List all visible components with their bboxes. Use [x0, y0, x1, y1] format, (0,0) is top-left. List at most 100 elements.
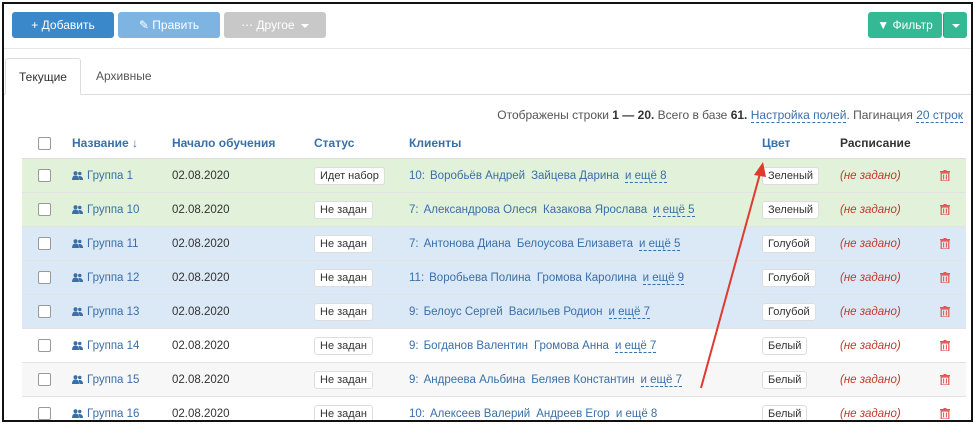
add-button[interactable]: + Добавить: [12, 12, 114, 38]
clients-cell: 10: Алексеев Валерий Андреев Егор и ещё 8: [409, 396, 762, 420]
group-name-link[interactable]: Группа 11: [87, 238, 139, 250]
client-link[interactable]: Антонова Диана: [424, 238, 511, 250]
table-row[interactable]: Группа 13 02.08.2020 Не задан 9: Белоус Серг…: [22, 294, 966, 329]
client-link[interactable]: Воробьева Полина: [429, 272, 531, 284]
more-clients-link[interactable]: и ещё 7: [614, 339, 657, 353]
client-link[interactable]: Андреева Альбина: [424, 374, 526, 386]
color-badge: Белый: [762, 404, 808, 420]
trash-icon[interactable]: [940, 339, 950, 351]
trash-icon[interactable]: [940, 373, 950, 385]
table-row[interactable]: Группа 10 02.08.2020 Не задан 7: Александров…: [22, 192, 966, 227]
more-clients-link[interactable]: и ещё 8: [615, 407, 658, 420]
client-link[interactable]: Казакова Ярослава: [543, 204, 647, 216]
tab-archived[interactable]: Архивные: [84, 58, 164, 94]
more-clients-link[interactable]: и ещё 5: [638, 237, 681, 251]
tab-current[interactable]: Текущие: [5, 58, 81, 95]
table-row[interactable]: Группа 14 02.08.2020 Не задан 9: Богданов Ва…: [22, 328, 966, 363]
client-link[interactable]: Белоус Сергей: [424, 306, 503, 318]
table-row[interactable]: Группа 16 02.08.2020 Не задан 10: Алексеев В…: [22, 396, 966, 420]
more-clients-link[interactable]: и ещё 7: [608, 305, 650, 319]
group-name-link[interactable]: Группа 16: [87, 408, 139, 420]
clients-cell: 9: Богданов Валентин Громова Анна и ещё 7: [409, 328, 762, 363]
status-cell: Идет набор: [314, 158, 409, 193]
column-header-status[interactable]: Статус: [314, 128, 409, 159]
client-link[interactable]: Богданов Валентин: [424, 340, 528, 352]
column-header-start[interactable]: Начало обучения: [172, 128, 314, 159]
client-link[interactable]: Зайцева Дарина: [531, 170, 619, 182]
row-checkbox[interactable]: [38, 237, 51, 250]
clients-cell: 11: Воробьева Полина Громова Каролина и ещё…: [409, 260, 762, 295]
color-cell: Голубой: [762, 226, 840, 261]
row-checkbox[interactable]: [38, 373, 51, 386]
start-date: 02.08.2020: [172, 294, 314, 329]
row-checkbox[interactable]: [38, 305, 51, 318]
actions-cell: [940, 328, 966, 363]
trash-icon[interactable]: [940, 407, 950, 419]
users-icon: [72, 340, 83, 350]
info-range: 1 — 20.: [612, 108, 655, 122]
actions-cell: [940, 260, 966, 295]
other-button-label: Другое: [256, 18, 295, 32]
row-checkbox[interactable]: [38, 271, 51, 284]
client-link[interactable]: Белоусова Елизавета: [517, 238, 633, 250]
row-checkbox[interactable]: [38, 339, 51, 352]
edit-button[interactable]: ✎ Править: [118, 12, 220, 38]
group-name-link[interactable]: Группа 1: [87, 170, 133, 182]
more-clients-link[interactable]: и ещё 5: [653, 203, 695, 217]
row-checkbox[interactable]: [38, 203, 51, 216]
client-link[interactable]: Громова Каролина: [537, 272, 637, 284]
client-count: 9:: [409, 339, 419, 352]
client-link[interactable]: Андреев Егор: [536, 408, 610, 420]
status-badge: Не задан: [314, 302, 373, 321]
client-link[interactable]: Васильев Родион: [509, 306, 603, 318]
field-settings-link[interactable]: Настройка полей: [750, 108, 847, 123]
chevron-down-icon: [951, 23, 960, 28]
client-link[interactable]: Громова Анна: [534, 340, 609, 352]
trash-icon[interactable]: [940, 271, 950, 283]
color-cell: Белый: [762, 362, 840, 397]
color-badge: Голубой: [762, 302, 816, 321]
client-link[interactable]: Беляев Константин: [531, 374, 634, 386]
more-clients-link[interactable]: и ещё 9: [642, 271, 685, 285]
row-checkbox[interactable]: [38, 169, 51, 182]
column-header-color[interactable]: Цвет: [762, 128, 840, 159]
group-name-link[interactable]: Группа 10: [87, 204, 139, 216]
row-checkbox[interactable]: [38, 407, 51, 420]
row-select-cell: [22, 260, 72, 295]
trash-icon[interactable]: [940, 237, 950, 249]
group-name-link[interactable]: Группа 12: [87, 272, 139, 284]
group-name-cell: Группа 14: [72, 328, 172, 363]
color-badge: Белый: [762, 370, 808, 389]
table-row[interactable]: Группа 11 02.08.2020 Не задан 7: Антонова Ди…: [22, 226, 966, 261]
schedule-value: (не задано): [840, 407, 901, 420]
rows-info: Отображены строки 1 — 20. Всего в базе 6…: [497, 108, 963, 123]
other-dropdown-button[interactable]: ⋯ Другое: [224, 12, 326, 38]
table-row[interactable]: Группа 15 02.08.2020 Не задан 9: Андреева Ал…: [22, 362, 966, 397]
schedule-value: (не задано): [840, 203, 901, 216]
color-badge: Голубой: [762, 234, 816, 253]
pencil-icon: ✎: [138, 18, 149, 32]
schedule-cell: (не задано): [840, 192, 940, 227]
client-count: 7:: [409, 203, 419, 216]
pagination-link[interactable]: 20 строк: [916, 108, 963, 123]
client-count: 7:: [409, 237, 419, 250]
table-row[interactable]: Группа 12 02.08.2020 Не задан 11: Воробьева …: [22, 260, 966, 295]
trash-icon[interactable]: [940, 203, 950, 215]
client-link[interactable]: Алексеев Валерий: [430, 408, 530, 420]
table-row[interactable]: Группа 1 02.08.2020 Идет набор 10: Воробьёв …: [22, 158, 966, 193]
group-name-link[interactable]: Группа 13: [87, 306, 139, 318]
more-clients-link[interactable]: и ещё 8: [625, 169, 667, 183]
column-header-clients[interactable]: Клиенты: [409, 128, 762, 159]
filter-dropdown-toggle[interactable]: [943, 12, 967, 38]
group-name-link[interactable]: Группа 15: [87, 374, 139, 386]
column-header-name[interactable]: Название ↓: [72, 128, 172, 159]
select-all-checkbox[interactable]: [38, 137, 51, 151]
client-link[interactable]: Александрова Олеся: [424, 204, 537, 216]
client-link[interactable]: Воробьёв Андрей: [430, 170, 525, 182]
more-clients-link[interactable]: и ещё 7: [640, 373, 683, 387]
trash-icon[interactable]: [940, 169, 950, 181]
group-name-link[interactable]: Группа 14: [87, 340, 139, 352]
trash-icon[interactable]: [940, 305, 950, 317]
actions-cell: [940, 226, 966, 261]
filter-button[interactable]: ▼ Фильтр: [868, 12, 942, 38]
